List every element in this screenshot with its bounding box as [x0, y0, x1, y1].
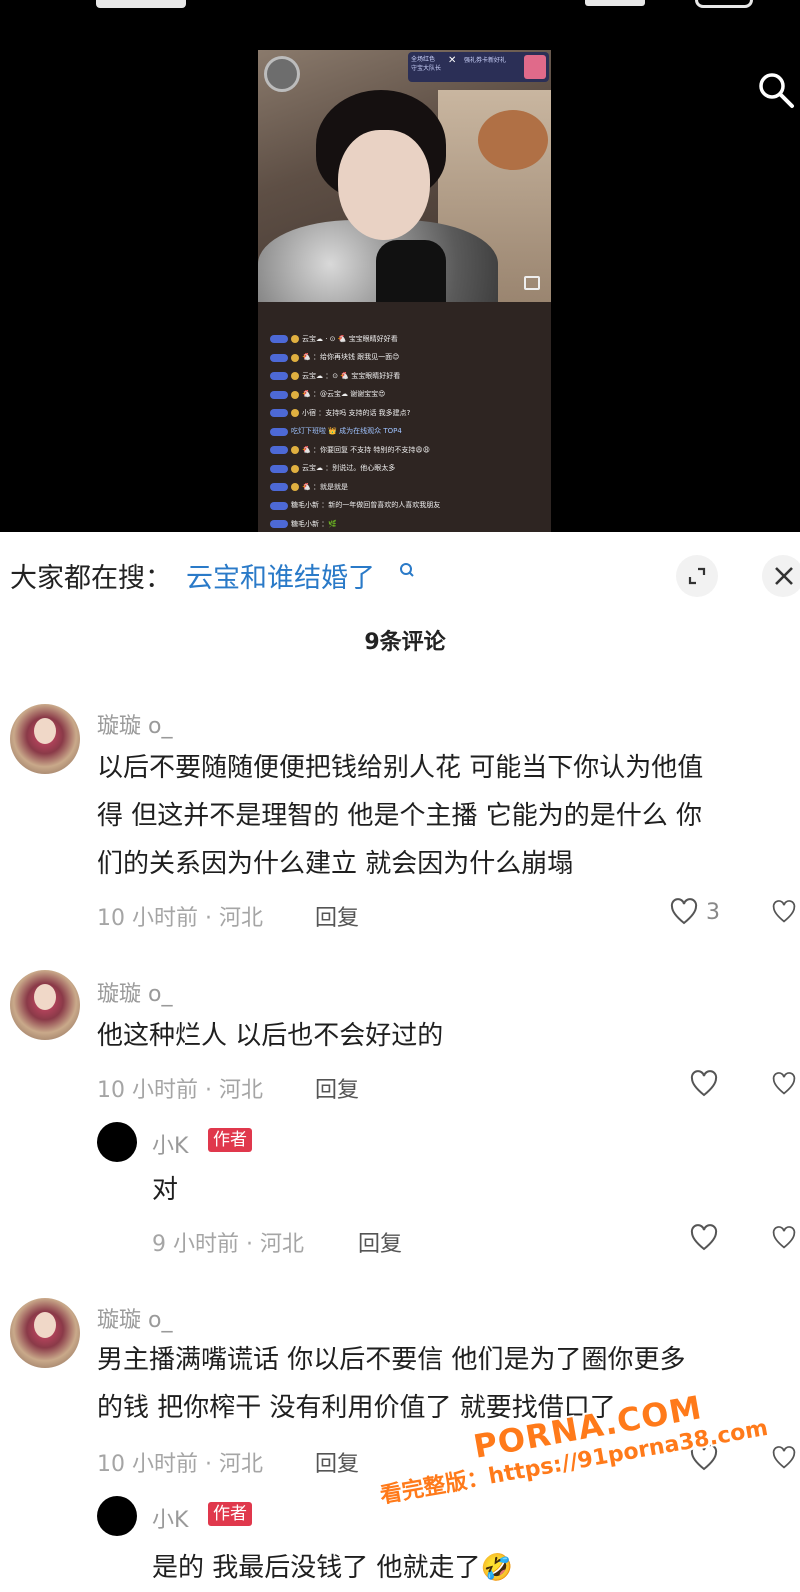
- reply-button[interactable]: 回复: [315, 1446, 359, 1478]
- fan-badge-icon: [291, 353, 299, 362]
- stream-gift-badge[interactable]: 全场红色 守宝大队长 ✕ 强礼券卡新好礼: [408, 52, 549, 82]
- level-badge-icon: [270, 335, 288, 344]
- signal-icon: [585, 0, 645, 6]
- comment-meta: 10 小时前 · 河北: [97, 906, 263, 931]
- comment-meta: 10 小时前 · 河北: [97, 1078, 263, 1103]
- like-count: 3: [706, 900, 720, 925]
- chat-message: 小宿 ：支持吗 支持的话 我多建点?: [270, 404, 543, 423]
- avatar[interactable]: [10, 1298, 80, 1368]
- dislike-icon[interactable]: [772, 898, 796, 926]
- chat-message: 云宝☁ · ⊙ 🐔 宝宝眼睛好好看: [270, 330, 543, 349]
- heart-icon[interactable]: [670, 898, 698, 926]
- level-badge-icon: [270, 483, 288, 492]
- fan-badge-icon: [291, 335, 299, 344]
- fan-badge-icon: [291, 372, 299, 381]
- level-badge-icon: [270, 409, 288, 418]
- comment-text-line: 男主播满嘴谎话 你以后不要信 他们是为了圈你更多: [97, 1345, 686, 1375]
- search-small-icon[interactable]: [399, 562, 415, 584]
- comment-meta: 10 小时前 · 河北: [97, 1452, 263, 1477]
- battery-icon: [695, 0, 753, 8]
- comment-text-line: 以后不要随随便便把钱给别人花 可能当下你认为他值: [97, 753, 704, 783]
- avatar[interactable]: [97, 1122, 137, 1162]
- level-badge-icon: [270, 390, 288, 399]
- badge-close-icon[interactable]: ✕: [448, 56, 456, 66]
- author-badge: 作者: [208, 1502, 252, 1526]
- fan-badge-icon: [291, 464, 299, 473]
- level-badge-icon: [270, 353, 288, 362]
- close-button[interactable]: [762, 555, 800, 597]
- video-player[interactable]: 全场红色 守宝大队长 ✕ 强礼券卡新好礼 云宝☁ · ⊙ 🐔 宝宝眼睛好好看 🐔…: [0, 0, 800, 532]
- dislike-icon[interactable]: [772, 1444, 796, 1472]
- chat-message: 🐔 ：就是就是: [270, 478, 543, 497]
- reply-button[interactable]: 回复: [358, 1226, 402, 1258]
- author-badge: 作者: [208, 1128, 252, 1152]
- chat-message: 🐔 ：你要回复 不支持 特别的不支持😩😩: [270, 441, 543, 460]
- plush-toy-image: [478, 110, 548, 170]
- avatar[interactable]: [97, 1496, 137, 1536]
- level-badge-icon: [270, 464, 288, 473]
- close-icon: [775, 567, 793, 585]
- comment-text-line: 得 但这并不是理智的 他是个主播 它能为的是什么 你: [97, 801, 703, 831]
- chat-system-message: 吃灯下班啦 👑 成为在线观众 TOP4: [270, 423, 543, 442]
- status-bar: [0, 0, 800, 14]
- comment-text-line: 们的关系因为什么建立 就会因为什么崩塌: [97, 849, 574, 879]
- expand-icon: [688, 567, 706, 585]
- reply-button[interactable]: 回复: [315, 900, 359, 932]
- comment-username[interactable]: 小K: [152, 1128, 188, 1160]
- comment-username[interactable]: 小K: [152, 1502, 188, 1534]
- shirt-image: [376, 240, 446, 302]
- fan-badge-icon: [291, 409, 299, 418]
- status-clock: [96, 0, 186, 8]
- comment-text-line: 他这种烂人 以后也不会好过的: [97, 1021, 444, 1051]
- badge-promo: 强礼券卡新好礼: [464, 57, 507, 64]
- fullscreen-icon[interactable]: [524, 276, 540, 290]
- chat-message: 糖毛小新 ：新的一年做回曾喜欢的人喜欢我朋友: [270, 497, 543, 516]
- live-chat: 云宝☁ · ⊙ 🐔 宝宝眼睛好好看 🐔 ：给你再块钱 跟我见一面😊 云宝☁ ：⊙…: [258, 302, 551, 532]
- live-stream-preview[interactable]: 全场红色 守宝大队长 ✕ 强礼券卡新好礼 云宝☁ · ⊙ 🐔 宝宝眼睛好好看 🐔…: [258, 50, 551, 532]
- heart-icon[interactable]: [690, 1224, 718, 1252]
- avatar[interactable]: [10, 970, 80, 1040]
- level-badge-icon: [270, 372, 288, 381]
- comment-meta: 9 小时前 · 河北: [152, 1232, 304, 1257]
- chat-message: 🐔 ：给你再块钱 跟我见一面😊: [270, 349, 543, 368]
- stream-video-frame: 全场红色 守宝大队长 ✕ 强礼券卡新好礼: [258, 50, 551, 302]
- comment-username[interactable]: 璇璇 o_: [97, 1302, 172, 1334]
- comment-text-line: 对: [152, 1175, 179, 1205]
- level-badge-icon: [270, 446, 288, 455]
- dislike-icon[interactable]: [772, 1224, 796, 1252]
- fan-badge-icon: [291, 483, 299, 492]
- comment-username[interactable]: 璇璇 o_: [97, 708, 172, 740]
- avatar[interactable]: [10, 704, 80, 774]
- reply-button[interactable]: 回复: [315, 1072, 359, 1104]
- trending-search-link[interactable]: 云宝和谁结婚了: [186, 556, 375, 595]
- fan-badge-icon: [291, 390, 299, 399]
- chat-message: 云宝☁ ：别说过。他心眼太多: [270, 460, 543, 479]
- level-badge-icon: [270, 427, 288, 436]
- chat-message: 糖毛小新 ：🌿: [270, 515, 543, 532]
- comment-count-title: 9条评论: [364, 630, 446, 655]
- comment-text-line: 是的 我最后没钱了 他就走了🤣: [152, 1553, 513, 1583]
- comment-username[interactable]: 璇璇 o_: [97, 976, 172, 1008]
- chat-message: 🐔 ：@云宝☁ 谢谢宝宝😍: [270, 386, 543, 405]
- dislike-icon[interactable]: [772, 1070, 796, 1098]
- fan-badge-icon: [291, 446, 299, 455]
- gift-icon: [524, 55, 546, 79]
- level-badge-icon: [270, 520, 288, 529]
- heart-icon[interactable]: [690, 1070, 718, 1098]
- search-icon[interactable]: [756, 70, 796, 110]
- search-prefix-label: 大家都在搜：: [10, 563, 172, 594]
- expand-button[interactable]: [676, 555, 718, 597]
- streamer-avatar[interactable]: [264, 56, 300, 92]
- chat-message: 云宝☁ ：⊙ 🐔 宝宝眼睛好好看: [270, 367, 543, 386]
- streamer-face-image: [338, 130, 430, 240]
- level-badge-icon: [270, 501, 288, 510]
